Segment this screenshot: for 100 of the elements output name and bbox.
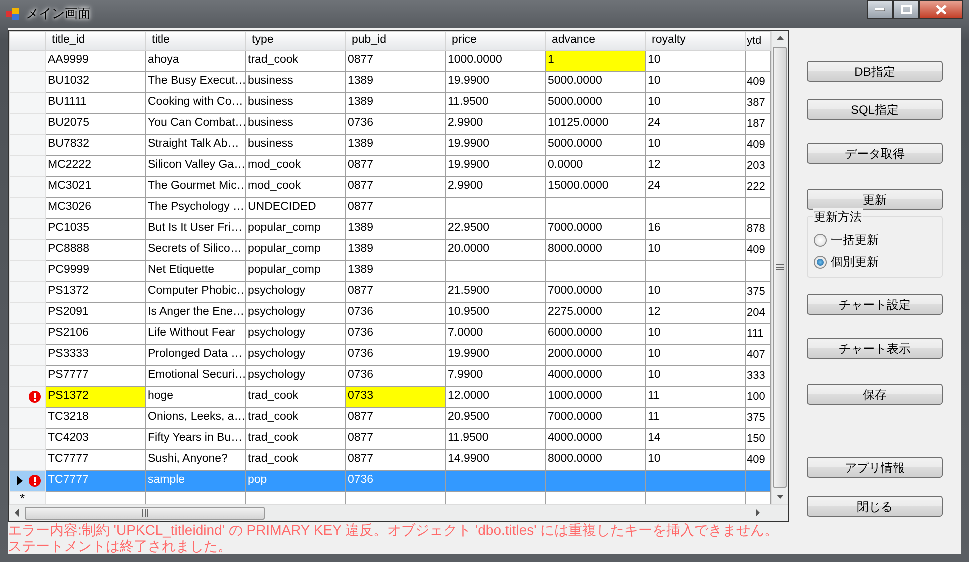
table-cell: BU7832: [46, 134, 146, 156]
table-cell: 16: [646, 218, 746, 240]
side-button[interactable]: DB指定: [807, 61, 943, 82]
table-cell: 7000.0000: [546, 282, 646, 302]
table-cell: trad_cook: [246, 50, 346, 72]
vertical-scrollbar[interactable]: [771, 31, 788, 504]
table-cell: 24: [646, 114, 746, 134]
table-cell: 0877: [346, 408, 446, 428]
table-cell: ahoya: [146, 50, 246, 72]
side-button[interactable]: データ取得: [807, 143, 943, 164]
table-cell: 1000.0000: [546, 386, 646, 408]
column-header[interactable]: pub_id: [346, 32, 446, 50]
table-cell: The Busy Execut…: [146, 72, 246, 92]
table-cell: 1389: [346, 92, 446, 114]
table-cell: 10: [646, 92, 746, 114]
table-cell: trad_cook: [246, 428, 346, 450]
table-cell: Onions, Leeks, a…: [146, 408, 246, 428]
table-cell: AA9999: [46, 50, 146, 72]
table-cell: 10125.0000: [546, 114, 646, 134]
table-cell: popular_comp: [246, 260, 346, 282]
radio-label[interactable]: 個別更新: [831, 253, 879, 271]
close-button[interactable]: [919, 0, 963, 19]
table-cell: 2000.0000: [546, 344, 646, 366]
table-cell: 1000.0000: [446, 50, 546, 72]
table-cell: Is Anger the Ene…: [146, 302, 246, 324]
table-cell: MC3026: [46, 198, 146, 218]
table-cell: PC1035: [46, 218, 146, 240]
scrollbar-thumb[interactable]: [25, 506, 265, 520]
table-cell: Computer Phobic…: [146, 282, 246, 302]
table-cell: 4000.0000: [546, 366, 646, 386]
table-cell: 10: [646, 134, 746, 156]
table-cell: 0736: [346, 470, 446, 492]
table-cell: PC8888: [46, 240, 146, 260]
table-cell: MC3021: [46, 176, 146, 198]
column-header[interactable]: advance: [546, 32, 646, 50]
grip-icon: [776, 264, 784, 271]
table-cell: 0.0000: [546, 156, 646, 176]
table-cell: 10: [646, 50, 746, 72]
column-header[interactable]: type: [246, 32, 346, 50]
table-cell: TC3218: [46, 408, 146, 428]
side-button[interactable]: チャート設定: [807, 294, 943, 315]
horizontal-scrollbar[interactable]: [9, 504, 788, 521]
table-cell: Emotional Securi…: [146, 366, 246, 386]
table-cell: MC2222: [46, 156, 146, 176]
radio-button[interactable]: [814, 256, 827, 268]
table-cell: 4000.0000: [546, 428, 646, 450]
column-header[interactable]: ytd: [746, 32, 770, 50]
table-cell: hoge: [146, 386, 246, 408]
table-cell: BU1032: [46, 72, 146, 92]
table-cell: 10: [646, 282, 746, 302]
column-header[interactable]: title_id: [46, 32, 146, 50]
minimize-icon: [875, 8, 885, 12]
table-cell: business: [246, 134, 346, 156]
table-cell: 8000.0000: [546, 240, 646, 260]
table-cell: 10: [646, 366, 746, 386]
grip-icon: [142, 509, 148, 517]
table-cell: business: [246, 92, 346, 114]
table-cell: 7000.0000: [546, 218, 646, 240]
close-icon: [936, 4, 946, 14]
table-cell: 7000.0000: [546, 408, 646, 428]
column-header[interactable]: royalty: [646, 32, 746, 50]
table-cell: 10.9500: [446, 302, 546, 324]
table-cell: 19.9900: [446, 344, 546, 366]
table-cell: 20.0000: [446, 240, 546, 260]
table-cell: 19.9900: [446, 134, 546, 156]
side-button[interactable]: 更新: [807, 189, 943, 210]
table-cell: Prolonged Data …: [146, 344, 246, 366]
column-header[interactable]: price: [446, 32, 546, 50]
table-cell: The Gourmet Mic…: [146, 176, 246, 198]
table-cell: 1389: [346, 72, 446, 92]
table-cell: 1389: [346, 240, 446, 260]
table-cell: 12: [646, 156, 746, 176]
side-button[interactable]: SQL指定: [807, 99, 943, 120]
table-cell: psychology: [246, 302, 346, 324]
table-cell: trad_cook: [246, 408, 346, 428]
table-cell: 24: [646, 176, 746, 198]
table-cell: 12: [646, 302, 746, 324]
table-cell: mod_cook: [246, 156, 346, 176]
table-cell: 5000.0000: [546, 72, 646, 92]
side-button[interactable]: チャート表示: [807, 338, 943, 359]
maximize-button[interactable]: [893, 0, 919, 19]
side-button[interactable]: 閉じる: [807, 496, 943, 517]
table-cell: Silicon Valley Ga…: [146, 156, 246, 176]
error-message: ステートメントは終了されました。: [8, 538, 233, 554]
radio-button[interactable]: [814, 234, 827, 246]
table-cell: popular_comp: [246, 240, 346, 260]
column-header[interactable]: title: [146, 32, 246, 50]
side-button[interactable]: 保存: [807, 384, 943, 405]
table-cell: The Psychology …: [146, 198, 246, 218]
scrollbar-thumb[interactable]: [773, 47, 787, 488]
table-cell: 0736: [346, 302, 446, 324]
table-cell: 15000.0000: [546, 176, 646, 198]
table-cell: PS2106: [46, 324, 146, 344]
table-cell: 2275.0000: [546, 302, 646, 324]
radio-label[interactable]: 一括更新: [831, 231, 879, 249]
side-button[interactable]: アプリ情報: [807, 457, 943, 478]
table-cell: sample: [146, 470, 246, 492]
table-cell: 10: [646, 324, 746, 344]
table-cell: 12.0000: [446, 386, 546, 408]
minimize-button[interactable]: [867, 0, 893, 19]
